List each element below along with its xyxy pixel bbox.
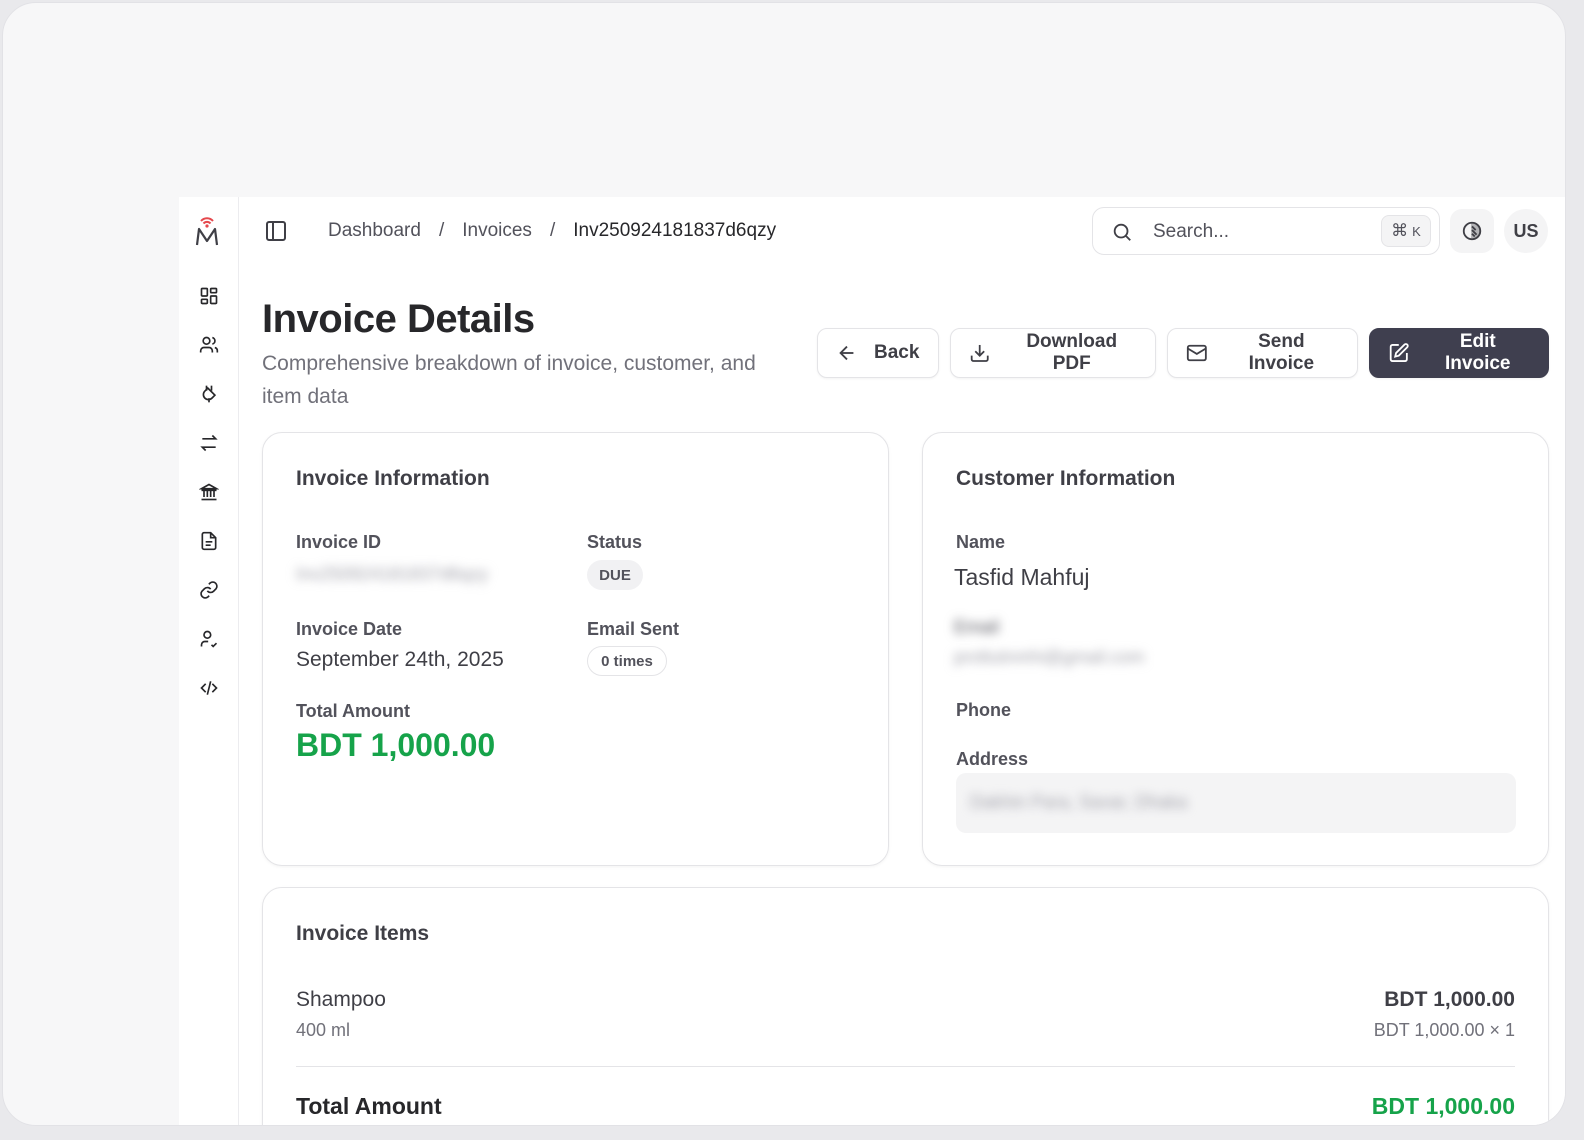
item-description: 400 ml [296,1020,351,1040]
search-placeholder: Search... [1153,221,1230,242]
item-name: Shampoo [296,988,386,1011]
invoice-date-value: September 24th, 2025 [296,648,504,671]
item-calculation: BDT 1,000.00 × 1 [1373,1020,1515,1040]
window-frame: Dashboard / Invoices / Inv250924181837d6… [2,2,1566,1126]
transfer-icon[interactable] [179,428,239,458]
email-sent-label: Email Sent [587,619,680,639]
page-subtitle: Comprehensive breakdown of invoice, cust… [262,352,756,408]
items-total-label: Total Amount [296,1093,442,1119]
divider [296,1066,1515,1067]
contrast-icon [1462,221,1482,241]
total-amount-label: Total Amount [296,701,410,721]
status-label: Status [587,532,643,552]
phone-label: Phone [956,700,1012,720]
items-total-value: BDT 1,000.00 [1371,1093,1515,1119]
code-icon[interactable] [179,673,239,703]
address-label: Address [956,749,1029,769]
top-bar: Dashboard / Invoices / Inv250924181837d6… [240,197,1565,265]
breadcrumb-separator: / [438,220,445,241]
status-badge: DUE [587,560,643,590]
dashboard-icon[interactable] [179,281,239,311]
invoice-items-card: Invoice Items Shampoo 400 ml BDT 1,000.0… [262,887,1549,1125]
search-icon [1111,221,1133,243]
card-title: Invoice Items [296,922,430,945]
plug-icon[interactable] [179,379,239,409]
download-pdf-button[interactable]: Download PDF [950,328,1156,378]
bank-icon[interactable] [179,477,239,507]
invoice-id-label: Invoice ID [296,532,382,552]
address-box: Dakhin Para, Savar, Dhaka [956,773,1516,833]
invoice-date-label: Invoice Date [296,619,403,639]
send-invoice-label: Send Invoice [1248,331,1315,374]
email-sent-badge: 0 times [587,646,667,676]
card-title: Customer Information [956,467,1176,490]
arrow-left-icon [839,345,854,361]
edit-invoice-button[interactable]: Edit Invoice [1369,328,1549,378]
app-shell: Dashboard / Invoices / Inv250924181837d6… [179,197,1565,1125]
breadcrumb-dashboard[interactable]: Dashboard [328,220,421,242]
customer-address: Dakhin Para, Savar, Dhaka [970,792,1188,812]
page-title: Invoice Details [262,297,535,341]
download-icon [970,344,989,362]
theme-toggle-button[interactable] [1450,209,1494,253]
sidebar-toggle-icon[interactable] [264,219,288,243]
user-avatar[interactable]: US [1504,209,1548,253]
users-icon[interactable] [179,330,239,360]
document-icon[interactable] [179,526,239,556]
download-pdf-label: Download PDF [1026,331,1118,374]
back-button-label: Back [874,342,920,363]
customer-information-card: Customer Information Name Tasfid Mahfuj … [922,432,1549,866]
user-check-icon[interactable] [179,624,239,654]
email-label: Email [954,617,1000,637]
link-icon[interactable] [179,575,239,605]
customer-name: Tasfid Mahfuj [954,564,1090,590]
total-amount-value: BDT 1,000.00 [296,727,496,763]
shortcut-key: K [1412,223,1421,239]
back-button[interactable]: Back [817,328,939,378]
invoice-id-value: Inv250924181837d6qzy [296,564,489,584]
invoice-information-card: Invoice Information Invoice ID Inv250924… [262,432,889,866]
card-title: Invoice Information [296,467,490,490]
brand-logo[interactable] [193,215,221,247]
icon-sidebar [179,197,239,1125]
name-label: Name [956,532,1006,552]
main-content: Dashboard / Invoices / Inv250924181837d6… [240,197,1565,1125]
breadcrumb-separator: / [549,220,556,241]
breadcrumb: Dashboard / Invoices / Inv250924181837d6… [328,219,776,243]
customer-email: prottutnmhi@gmail.com [954,647,1145,667]
search-shortcut: ⌘ K [1381,215,1431,247]
item-line-total: BDT 1,000.00 [1384,988,1515,1011]
breadcrumb-invoices[interactable]: Invoices [462,220,532,242]
search-input[interactable]: Search... ⌘ K [1092,207,1440,255]
edit-icon [1389,343,1409,362]
mail-icon [1186,344,1207,362]
send-invoice-button[interactable]: Send Invoice [1167,328,1358,378]
edit-invoice-label: Edit Invoice [1445,331,1511,374]
breadcrumb-current: Inv250924181837d6qzy [573,220,777,241]
command-key-icon: ⌘ [1391,221,1409,240]
